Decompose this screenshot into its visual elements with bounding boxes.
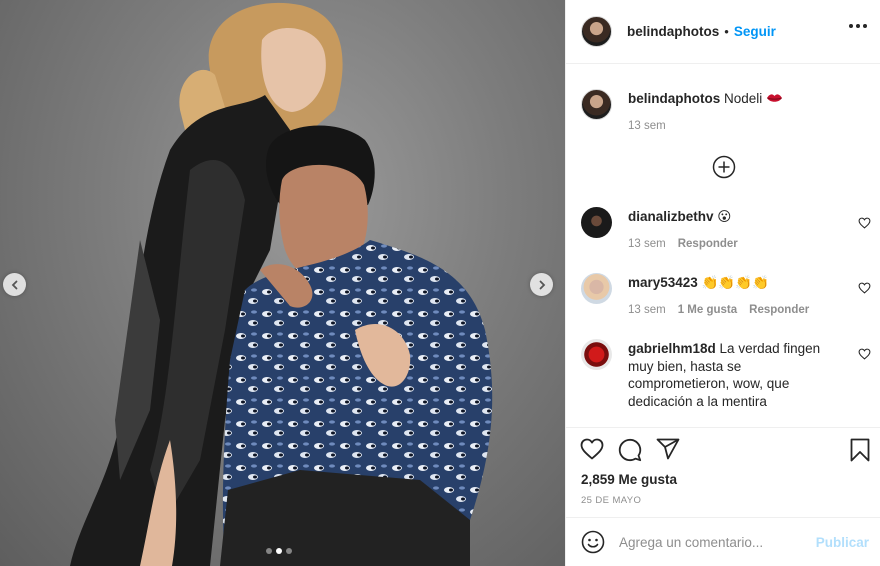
more-options-button[interactable] (849, 24, 867, 28)
avatar[interactable] (581, 207, 612, 238)
chevron-right-icon (539, 280, 545, 289)
avatar[interactable] (581, 339, 612, 370)
comment-bubble-icon[interactable] (618, 438, 642, 462)
comment-body: gabrielhm18d La verdad fingen muy bien, … (628, 340, 846, 410)
add-comment-bar: Publicar (566, 517, 880, 566)
more-dot (863, 24, 867, 28)
follow-button[interactable]: Seguir (734, 24, 776, 39)
comment-meta: 13 sem Responder (628, 238, 738, 250)
chevron-left-icon (11, 280, 17, 289)
save-bookmark-icon[interactable] (850, 438, 870, 462)
reply-button[interactable]: Responder (678, 238, 738, 250)
load-more-comments-icon[interactable] (712, 155, 736, 179)
comment-likes[interactable]: 1 Me gusta (678, 304, 737, 316)
comment-username[interactable]: dianalizbethv (628, 209, 714, 224)
heart-icon[interactable] (858, 348, 871, 360)
action-icons (580, 438, 680, 462)
comment-username[interactable]: mary53423 (628, 275, 698, 290)
like-heart-icon[interactable] (580, 438, 604, 460)
post-media[interactable] (0, 0, 565, 566)
caption-username[interactable]: belindaphotos (628, 91, 720, 106)
carousel-indicators (266, 548, 292, 554)
post-photo (70, 2, 493, 566)
lips-icon (767, 94, 783, 102)
share-direct-icon[interactable] (656, 438, 680, 460)
more-dot (856, 24, 860, 28)
comment-body: mary53423 👏👏👏👏 (628, 274, 846, 292)
caption-meta: 13 sem (628, 120, 666, 132)
avatar[interactable] (581, 89, 612, 120)
caption-time[interactable]: 13 sem (628, 120, 666, 132)
post-date[interactable]: 25 DE MAYO (581, 495, 641, 506)
next-slide-button[interactable] (530, 273, 553, 296)
post-side-panel: belindaphotos • Seguir belindaphotos Nod… (565, 0, 880, 566)
carousel-dot (266, 548, 272, 554)
previous-slide-button[interactable] (3, 273, 26, 296)
comment-text: 👏👏👏👏 (701, 275, 769, 290)
comment-meta: 13 sem 1 Me gusta Responder (628, 304, 809, 316)
post-header: belindaphotos • Seguir (566, 0, 880, 64)
publish-button[interactable]: Publicar (816, 535, 869, 550)
comment-input[interactable] (619, 534, 809, 550)
heart-icon[interactable] (858, 282, 871, 294)
heart-icon[interactable] (858, 217, 871, 229)
comment-time[interactable]: 13 sem (628, 304, 666, 316)
more-dot (849, 24, 853, 28)
comments-list[interactable]: belindaphotos Nodeli 13 sem dianalizbeth… (566, 65, 880, 427)
emoji-smiley-icon[interactable] (581, 530, 605, 554)
post-actions: 2,859 Me gusta 25 DE MAYO (566, 427, 880, 517)
likes-count[interactable]: 2,859 Me gusta (581, 472, 677, 487)
carousel-dot (286, 548, 292, 554)
comment-time[interactable]: 13 sem (628, 238, 666, 250)
header-username[interactable]: belindaphotos (627, 24, 719, 39)
avatar[interactable] (581, 16, 612, 47)
carousel-dot-active (276, 548, 282, 554)
comment-body: dianalizbethv 😮 (628, 208, 846, 226)
comment-username[interactable]: gabrielhm18d (628, 341, 716, 356)
caption-body: belindaphotos Nodeli (628, 90, 846, 108)
instagram-post: belindaphotos • Seguir belindaphotos Nod… (0, 0, 880, 566)
reply-button[interactable]: Responder (749, 304, 809, 316)
header-separator: • (724, 24, 729, 39)
caption-text: Nodeli (724, 91, 763, 106)
comment-text: 😮 (717, 209, 732, 224)
avatar[interactable] (581, 273, 612, 304)
